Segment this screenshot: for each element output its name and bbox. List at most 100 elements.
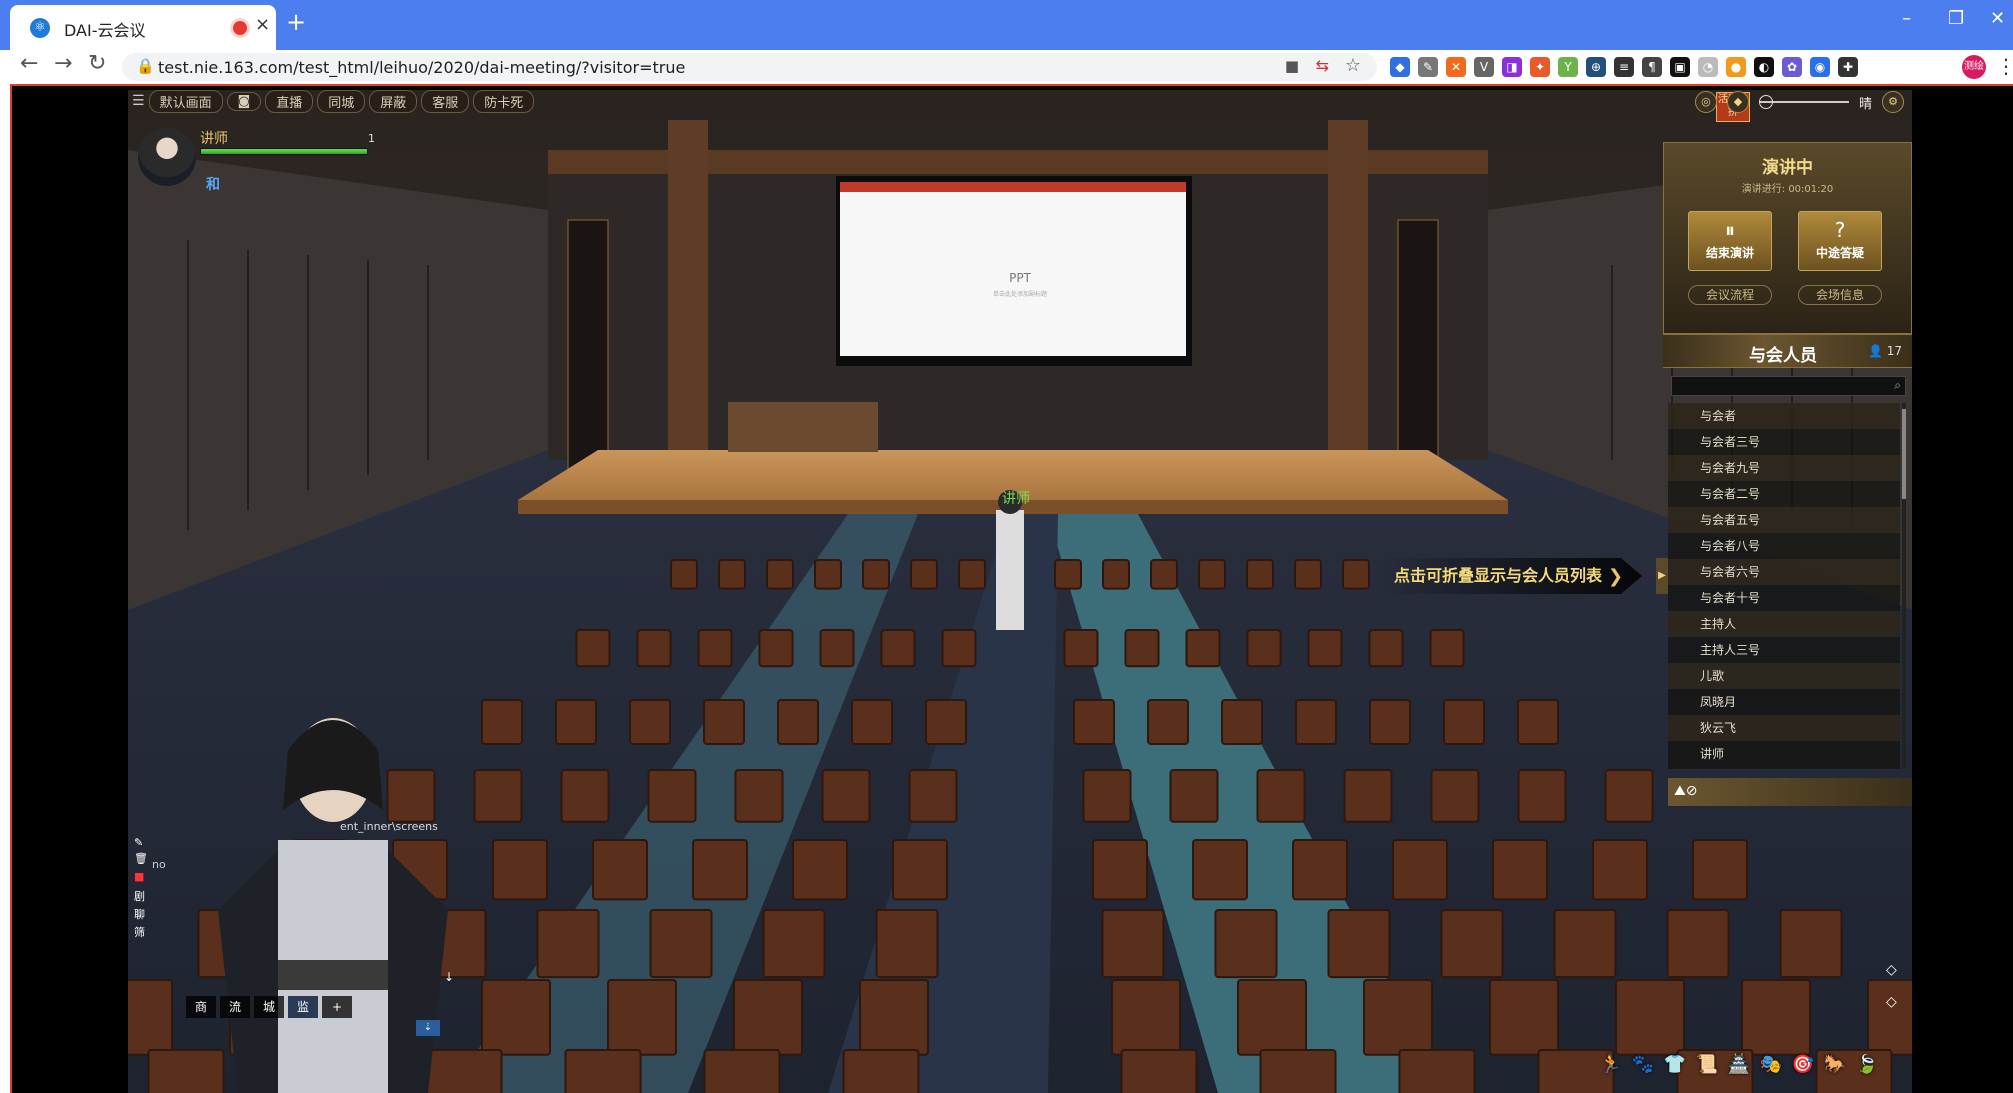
member-row[interactable]: 与会者八号: [1668, 533, 1900, 559]
translate-icon[interactable]: ⇆: [1316, 56, 1329, 75]
browser-tab[interactable]: ⚛ DAI-云会议 ×: [10, 5, 276, 50]
member-row[interactable]: 凤晓月: [1668, 689, 1900, 715]
send-button[interactable]: ⇣: [416, 1020, 440, 1036]
new-tab-button[interactable]: +: [286, 8, 306, 36]
chat-tab[interactable]: 监: [288, 996, 318, 1018]
search-icon[interactable]: ⌕: [1894, 378, 1901, 393]
skill-icon[interactable]: 🎯: [1790, 1052, 1816, 1078]
extension-icon[interactable]: ●: [1726, 57, 1746, 77]
extension-icon[interactable]: ◔: [1698, 57, 1718, 77]
skill-icon[interactable]: 🐎: [1822, 1052, 1848, 1078]
address-bar[interactable]: 🔒 test.nie.163.com/test_html/leihuo/2020…: [122, 53, 1377, 81]
skill-icon[interactable]: 🎭: [1758, 1052, 1784, 1078]
member-row[interactable]: 与会者二号: [1668, 481, 1900, 507]
extension-icon[interactable]: ¶: [1642, 57, 1662, 77]
hamburger-menu-icon[interactable]: ☰: [132, 93, 145, 109]
member-row[interactable]: 与会者六号: [1668, 559, 1900, 585]
extension-icon[interactable]: Y: [1558, 57, 1578, 77]
member-row[interactable]: 与会者九号: [1668, 455, 1900, 481]
currency-icon[interactable]: ◎: [1694, 91, 1717, 113]
members-scrollbar[interactable]: [1902, 403, 1906, 769]
browser-menu-icon[interactable]: ⋮: [1996, 54, 2013, 78]
chat-tab[interactable]: 流: [220, 996, 250, 1018]
menu-block[interactable]: 屏蔽: [369, 90, 418, 113]
game-viewport[interactable]: PPT 单击此处添加副标题 ☰ 默认画面 ◙ 直播 同城 屏蔽 客服 防卡死 讲…: [128, 90, 1912, 1093]
member-row[interactable]: 与会者五号: [1668, 507, 1900, 533]
menu-live[interactable]: 直播: [265, 90, 314, 113]
member-row[interactable]: 主持人: [1668, 611, 1900, 637]
collapse-members-toggle[interactable]: ▶: [1656, 558, 1668, 594]
bookmark-star-icon[interactable]: ☆: [1345, 55, 1361, 76]
pencil-icon[interactable]: ✎: [134, 836, 143, 849]
tool-icon[interactable]: 聊: [134, 906, 145, 922]
forward-icon[interactable]: →: [54, 51, 72, 76]
hide-members-icon[interactable]: ⛰⊘: [1674, 783, 1698, 799]
player-hp-bar: [200, 148, 368, 155]
skill-icon[interactable]: 🏯: [1726, 1052, 1752, 1078]
extension-icon[interactable]: ≡: [1614, 57, 1634, 77]
extension-icon[interactable]: ◐: [1754, 57, 1774, 77]
weather-label: 晴: [1858, 96, 1872, 112]
minimize-button[interactable]: –: [1902, 8, 1911, 29]
tool-icon[interactable]: 剧: [134, 888, 145, 904]
skill-icon[interactable]: 🍃: [1854, 1052, 1880, 1078]
extension-icon[interactable]: ✦: [1530, 57, 1550, 77]
member-row[interactable]: 与会者: [1668, 403, 1900, 429]
extension-icon[interactable]: ◆: [1390, 57, 1410, 77]
extension-icon[interactable]: ✕: [1446, 57, 1466, 77]
agenda-button[interactable]: 会议流程: [1688, 285, 1772, 305]
member-row[interactable]: 儿歌: [1668, 663, 1900, 689]
skill-icon[interactable]: 🐾: [1630, 1052, 1656, 1078]
record-icon[interactable]: ■: [134, 870, 144, 883]
extension-icon[interactable]: ◉: [1810, 57, 1830, 77]
extension-icon[interactable]: ⊕: [1586, 57, 1606, 77]
chat-tab[interactable]: 商: [186, 996, 216, 1018]
member-row[interactable]: 狄云飞: [1668, 715, 1900, 741]
members-footer: ⛰⊘: [1668, 778, 1912, 806]
extension-icon[interactable]: V: [1474, 57, 1494, 77]
settings-gear-icon[interactable]: ⚙: [1882, 91, 1904, 113]
time-slider[interactable]: [1758, 95, 1849, 109]
member-row[interactable]: 与会者三号: [1668, 429, 1900, 455]
tab-close-button[interactable]: ×: [255, 14, 270, 35]
camera-icon[interactable]: ◙: [226, 91, 262, 111]
member-row[interactable]: 讲师: [1668, 741, 1900, 767]
member-row[interactable]: 与会者十号: [1668, 585, 1900, 611]
menu-same-city[interactable]: 同城: [317, 90, 366, 113]
reload-icon[interactable]: ↻: [88, 51, 106, 76]
extension-icon[interactable]: ✿: [1782, 57, 1802, 77]
compass-icon[interactable]: ◆: [1726, 91, 1749, 113]
tool-icon[interactable]: 筛: [134, 924, 145, 940]
extension-icon[interactable]: ◨: [1502, 57, 1522, 77]
members-search-input[interactable]: ⌕: [1671, 376, 1906, 396]
skill-icon[interactable]: 🏃: [1598, 1052, 1624, 1078]
end-presentation-button[interactable]: ⏸ 结束演讲: [1688, 211, 1772, 271]
extension-icon[interactable]: ▣: [1670, 57, 1690, 77]
chat-tab[interactable]: 城: [254, 996, 284, 1018]
download-icon[interactable]: ↓: [444, 970, 454, 984]
chat-tab[interactable]: +: [322, 996, 352, 1018]
members-count: 👤 17: [1867, 344, 1902, 358]
back-icon[interactable]: ←: [20, 51, 38, 76]
menu-view-mode[interactable]: 默认画面: [148, 90, 223, 113]
member-row[interactable]: 主持人三号: [1668, 637, 1900, 663]
restore-button[interactable]: ❐: [1948, 8, 1964, 29]
window-close-button[interactable]: ✕: [1990, 8, 2005, 29]
menu-anti-stuck[interactable]: 防卡死: [473, 90, 535, 113]
side-arrows[interactable]: ◇ ◇: [1886, 962, 1897, 1010]
skill-icon[interactable]: 📜: [1694, 1052, 1720, 1078]
player-portrait[interactable]: [138, 128, 196, 186]
qa-button[interactable]: ? 中途答疑: [1798, 211, 1882, 271]
skill-icon[interactable]: 👕: [1662, 1052, 1688, 1078]
trash-icon[interactable]: 🗑: [134, 852, 148, 865]
camera-icon[interactable]: ■: [1285, 57, 1299, 75]
tab-title: DAI-云会议: [64, 21, 146, 40]
player-badge: 和: [206, 177, 220, 193]
menu-support[interactable]: 客服: [421, 90, 470, 113]
members-title: 与会人员: [1749, 346, 1817, 366]
venue-info-button[interactable]: 会场信息: [1798, 285, 1882, 305]
url-text[interactable]: test.nie.163.com/test_html/leihuo/2020/d…: [158, 58, 685, 77]
puzzle-extensions-icon[interactable]: ✚: [1838, 57, 1858, 77]
extension-icon[interactable]: ✎: [1418, 57, 1438, 77]
profile-avatar[interactable]: 测绘: [1962, 55, 1986, 79]
